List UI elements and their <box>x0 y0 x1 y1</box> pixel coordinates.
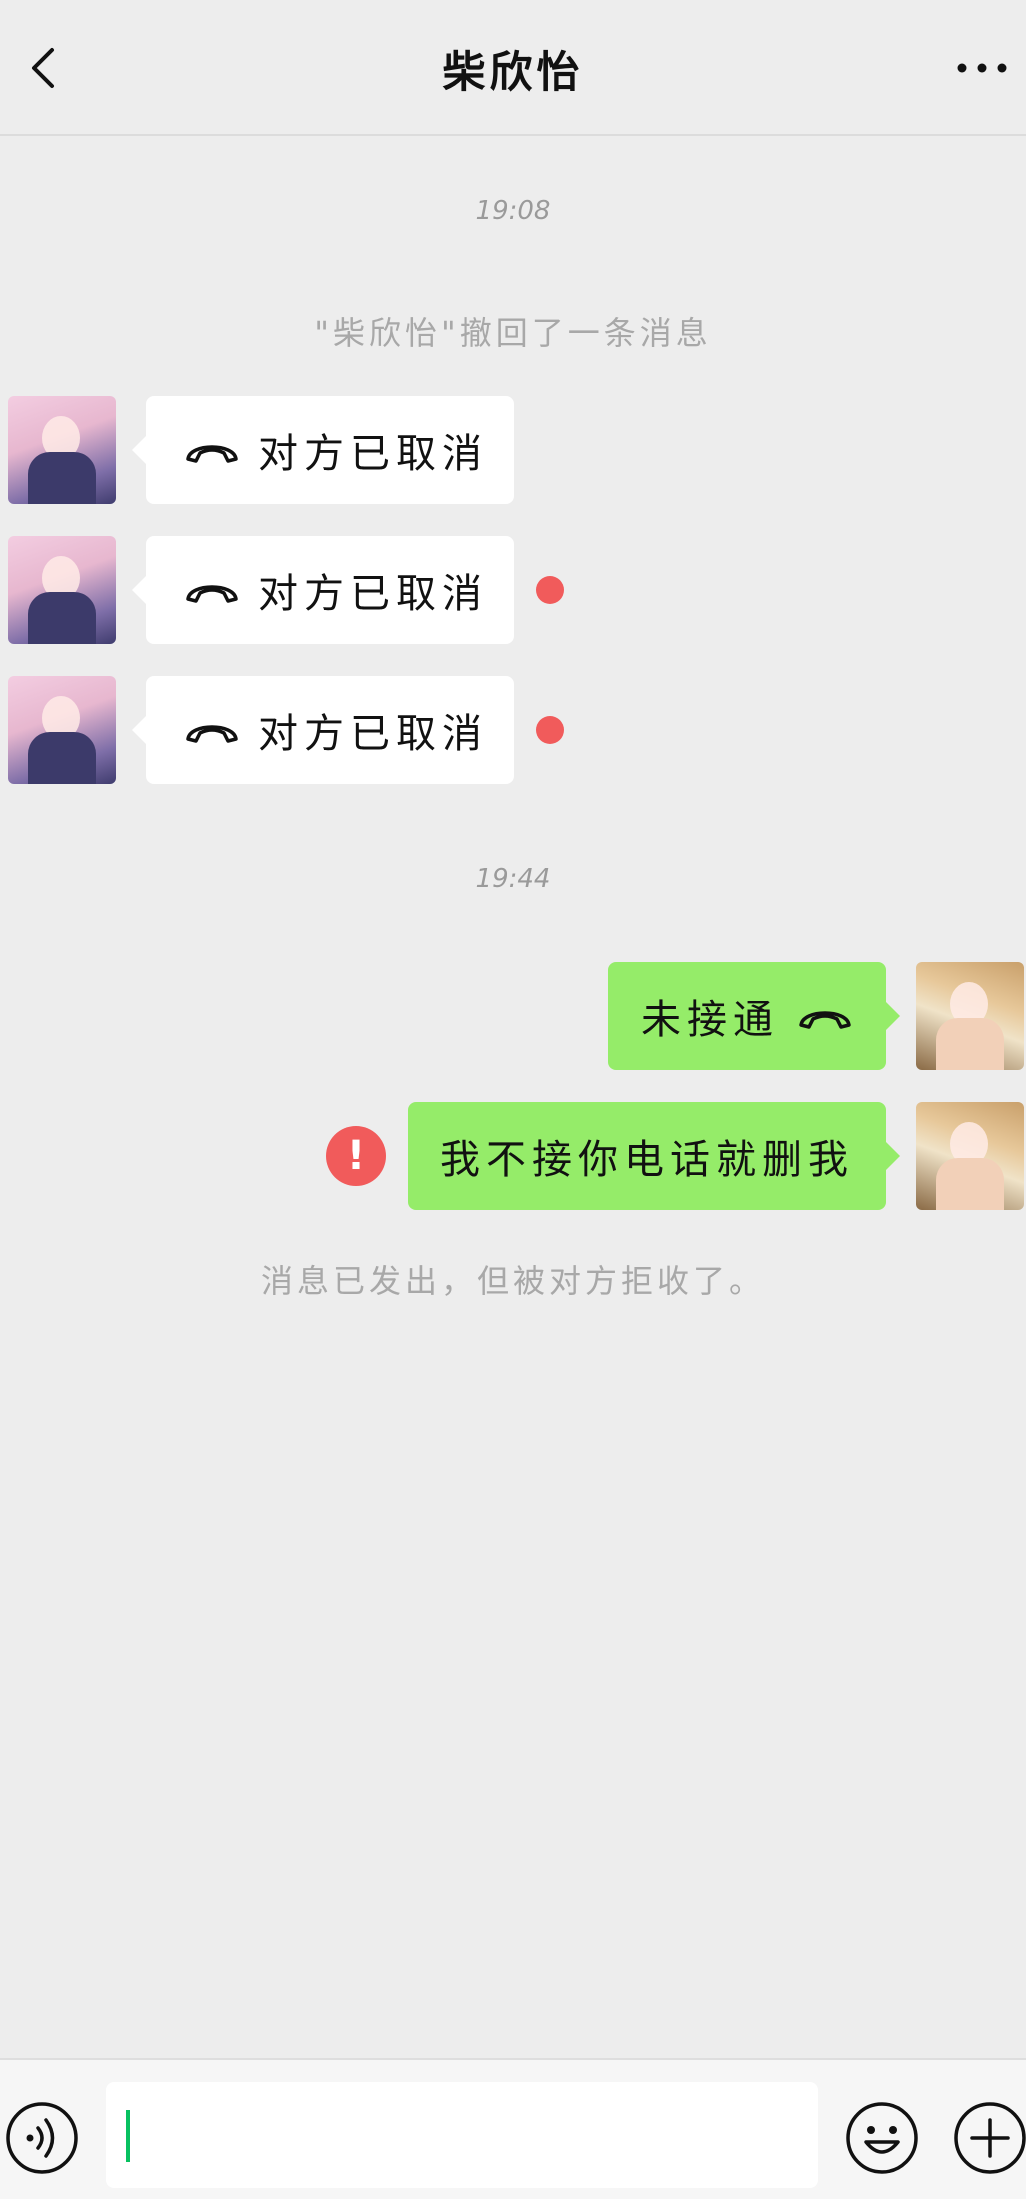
avatar-body <box>28 592 96 644</box>
phone-hangup-icon <box>799 1011 851 1029</box>
phone-hangup-icon <box>186 585 238 603</box>
chat-title: 柴欣怡 <box>442 48 584 98</box>
voice-icon[interactable] <box>4 2100 80 2176</box>
my-avatar[interactable] <box>916 962 1024 1070</box>
avatar-body <box>936 1158 1004 1210</box>
bubble-text: 我不接你电话就删我 <box>440 1137 854 1183</box>
avatar-body <box>28 732 96 784</box>
timestamp: 19:44 <box>475 864 551 894</box>
incoming-call-bubble[interactable]: 对方已取消 <box>132 536 514 644</box>
input-bar <box>0 2058 1026 2199</box>
more-options-icon[interactable] <box>952 46 1012 90</box>
rejected-notice: 消息已发出，但被对方拒收了。 <box>260 1262 765 1300</box>
timestamp: 19:08 <box>475 196 551 226</box>
chat-header: 柴欣怡 <box>0 0 1026 136</box>
phone-hangup-icon <box>186 725 238 743</box>
incoming-call-bubble[interactable]: 对方已取消 <box>132 396 514 504</box>
bubble-text: 对方已取消 <box>258 431 488 477</box>
message-input[interactable] <box>106 2082 818 2188</box>
bubble-text: 对方已取消 <box>258 571 488 617</box>
unread-dot <box>536 716 564 744</box>
emoji-icon[interactable] <box>844 2100 920 2176</box>
send-failed-icon[interactable]: ! <box>326 1126 386 1186</box>
unread-dot <box>536 576 564 604</box>
contact-avatar[interactable] <box>8 396 116 504</box>
avatar-body <box>28 452 96 504</box>
outgoing-call-bubble[interactable]: 未接通 <box>608 962 900 1070</box>
incoming-call-bubble[interactable]: 对方已取消 <box>132 676 514 784</box>
text-caret <box>126 2110 130 2162</box>
recall-notice: "柴欣怡"撤回了一条消息 <box>314 314 712 352</box>
avatar-body <box>936 1018 1004 1070</box>
bubble-text: 对方已取消 <box>258 711 488 757</box>
bubble-text: 未接通 <box>641 997 779 1043</box>
phone-hangup-icon <box>186 445 238 463</box>
my-avatar[interactable] <box>916 1102 1024 1210</box>
contact-avatar[interactable] <box>8 536 116 644</box>
contact-avatar[interactable] <box>8 676 116 784</box>
plus-icon[interactable] <box>952 2100 1026 2176</box>
outgoing-text-bubble[interactable]: 我不接你电话就删我 <box>408 1102 900 1210</box>
